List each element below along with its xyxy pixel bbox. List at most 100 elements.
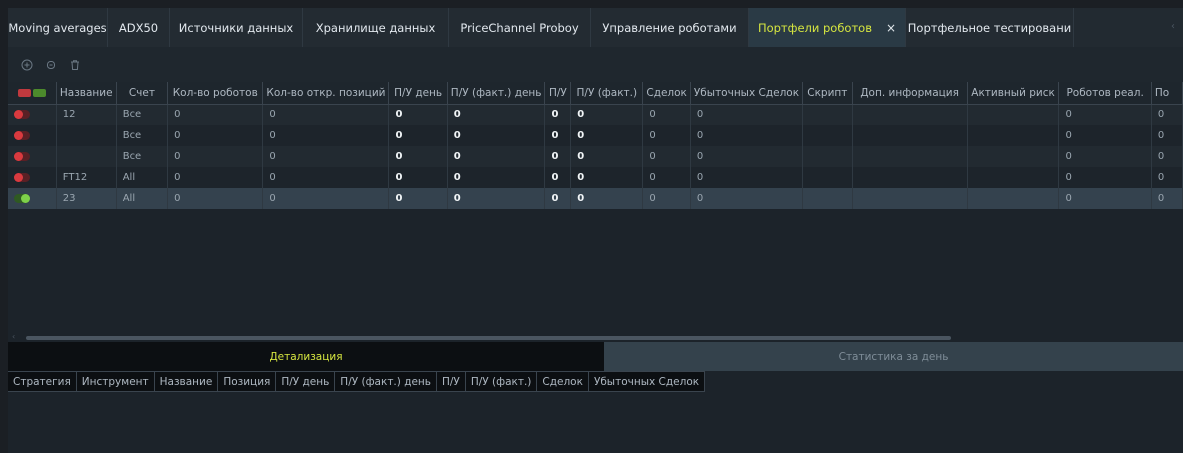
- column-header[interactable]: Инструмент: [76, 371, 155, 392]
- name-cell: 12: [56, 104, 117, 125]
- robot-toggle-on[interactable]: [14, 193, 30, 203]
- column-header[interactable]: Убыточных Сделок: [588, 371, 706, 392]
- table-row-selected[interactable]: 23 All 0 0 0 0 0 0 0 0 0 0: [8, 188, 1183, 209]
- po-cell: 0: [1151, 125, 1183, 146]
- tab-data-storage[interactable]: Хранилище данных: [303, 8, 449, 47]
- column-header[interactable]: Название: [56, 82, 117, 105]
- tab-data-sources[interactable]: Источники данных: [170, 8, 303, 47]
- tab-adx50[interactable]: ADX50: [108, 8, 170, 47]
- stop-all-icon[interactable]: [17, 88, 31, 97]
- tab-moving-averages[interactable]: Moving averages: [8, 8, 108, 47]
- info-cell: [852, 104, 968, 125]
- column-header[interactable]: Кол-во роботов: [167, 82, 264, 105]
- horizontal-scrollbar[interactable]: ‹: [8, 332, 1183, 342]
- open-positions-cell: 0: [262, 188, 390, 209]
- toggle-column-header[interactable]: [8, 82, 57, 105]
- delete-icon[interactable]: [68, 58, 82, 72]
- deals-cell: 0: [642, 167, 691, 188]
- name-cell: 23: [56, 188, 117, 209]
- script-cell: [802, 146, 853, 167]
- losing-deals-cell: 0: [690, 167, 804, 188]
- detail-table-body: [8, 392, 1183, 453]
- tab-label: Moving averages: [8, 20, 107, 35]
- toggle-cell[interactable]: [8, 104, 57, 125]
- column-header[interactable]: Скрипт: [802, 82, 853, 105]
- robots-real-cell: 0: [1058, 188, 1152, 209]
- column-header[interactable]: П/У (факт.): [465, 371, 538, 392]
- robots-cell: 0: [167, 167, 264, 188]
- column-header[interactable]: Роботов реал.: [1058, 82, 1152, 105]
- column-header[interactable]: Доп. информация: [852, 82, 968, 105]
- robot-toggle-off[interactable]: [14, 172, 30, 182]
- tab-label: Управление роботами: [602, 20, 737, 35]
- portfolio-grid: Название Счет Кол-во роботов Кол-во откр…: [8, 82, 1183, 334]
- column-header[interactable]: Убыточных Сделок: [690, 82, 804, 105]
- scrollbar-thumb[interactable]: [26, 336, 951, 340]
- tab-label: Хранилище данных: [315, 20, 436, 35]
- table-row[interactable]: FT12 All 0 0 0 0 0 0 0 0 0 0: [8, 167, 1183, 188]
- copy-icon[interactable]: [44, 58, 58, 72]
- table-row[interactable]: Все 0 0 0 0 0 0 0 0 0 0: [8, 125, 1183, 146]
- pnl-day-cell: 0: [388, 146, 448, 167]
- table-row[interactable]: Все 0 0 0 0 0 0 0 0 0 0: [8, 146, 1183, 167]
- column-header[interactable]: Название: [154, 371, 219, 392]
- tab-portfolio-testing[interactable]: Портфельное тестировани: [906, 8, 1074, 47]
- open-positions-cell: 0: [262, 167, 390, 188]
- column-header[interactable]: П/У день: [388, 82, 448, 105]
- tab-daily-stats[interactable]: Статистика за день: [604, 342, 1183, 371]
- toggle-all-badges[interactable]: [17, 88, 46, 97]
- toggle-cell[interactable]: [8, 167, 57, 188]
- toggle-cell[interactable]: [8, 125, 57, 146]
- tab-label: Портфельное тестировани: [907, 20, 1072, 35]
- tab-robot-management[interactable]: Управление роботами: [591, 8, 749, 47]
- losing-deals-cell: 0: [690, 188, 804, 209]
- pnl-cell: 0: [544, 146, 572, 167]
- column-header[interactable]: Позиция: [218, 371, 277, 392]
- column-header[interactable]: Счет: [116, 82, 169, 105]
- column-header[interactable]: П/У (факт.): [570, 82, 644, 105]
- column-header[interactable]: П/У день: [276, 371, 336, 392]
- robots-real-cell: 0: [1058, 146, 1152, 167]
- pnl-cell: 0: [544, 167, 572, 188]
- column-header[interactable]: П/У: [436, 371, 466, 392]
- column-header[interactable]: Сделок: [537, 371, 589, 392]
- pnl-fact-day-cell: 0: [447, 125, 546, 146]
- tab-label: ADX50: [118, 20, 159, 35]
- tab-robot-portfolios[interactable]: Портфели роботов ×: [749, 8, 906, 47]
- column-header[interactable]: Активный риск: [967, 82, 1060, 105]
- pnl-day-cell: 0: [388, 104, 448, 125]
- info-cell: [852, 125, 968, 146]
- column-header[interactable]: П/У: [544, 82, 572, 105]
- info-cell: [852, 146, 968, 167]
- deals-cell: 0: [642, 146, 691, 167]
- toggle-cell[interactable]: [8, 146, 57, 167]
- column-header[interactable]: Сделок: [642, 82, 691, 105]
- column-header[interactable]: По: [1151, 82, 1183, 105]
- column-header[interactable]: Стратегия: [8, 371, 77, 392]
- pnl-fact-cell: 0: [570, 125, 644, 146]
- scroll-left-icon[interactable]: ‹: [12, 332, 15, 341]
- column-header[interactable]: Кол-во откр. позиций: [262, 82, 390, 105]
- close-icon[interactable]: ×: [886, 21, 896, 35]
- chevron-left-icon[interactable]: ‹: [1171, 21, 1175, 32]
- toolbar: [8, 47, 1183, 82]
- table-row[interactable]: 12 Все 0 0 0 0 0 0 0 0 0 0: [8, 104, 1183, 125]
- add-icon[interactable]: [20, 58, 34, 72]
- detail-tab-bar: Детализация Статистика за день: [8, 342, 1183, 371]
- account-cell: Все: [116, 146, 169, 167]
- pnl-fact-cell: 0: [570, 104, 644, 125]
- pnl-cell: 0: [544, 188, 572, 209]
- column-header[interactable]: П/У (факт.) день: [335, 371, 437, 392]
- robot-toggle-off[interactable]: [14, 151, 30, 161]
- start-all-icon[interactable]: [32, 88, 46, 97]
- column-header[interactable]: П/У (факт.) день: [447, 82, 546, 105]
- robot-toggle-off[interactable]: [14, 130, 30, 140]
- risk-cell: [967, 188, 1060, 209]
- robots-real-cell: 0: [1058, 167, 1152, 188]
- toggle-cell[interactable]: [8, 188, 57, 209]
- robot-toggle-off[interactable]: [14, 109, 30, 119]
- pnl-fact-day-cell: 0: [447, 104, 546, 125]
- tab-details[interactable]: Детализация: [8, 342, 604, 371]
- pnl-cell: 0: [544, 125, 572, 146]
- tab-pricechannel-proboy[interactable]: PriceChannel Proboy: [449, 8, 591, 47]
